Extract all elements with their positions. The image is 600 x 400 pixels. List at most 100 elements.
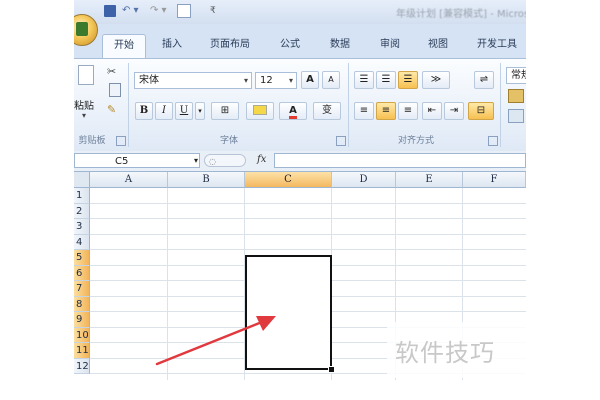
formula-input[interactable]: [274, 153, 526, 168]
tab-developer[interactable]: 开发工具: [468, 34, 526, 58]
underline-button[interactable]: U: [175, 102, 193, 120]
chevron-down-icon: ▾: [243, 76, 248, 85]
align-middle-icon: ☰: [381, 74, 391, 85]
font-color-button[interactable]: A: [279, 102, 307, 120]
row-header-3[interactable]: 3: [74, 219, 90, 235]
row-header-9[interactable]: 9: [74, 312, 90, 328]
group-separator: [128, 63, 129, 147]
excel-logo-icon: [76, 22, 88, 36]
number-format-select[interactable]: 常规: [506, 67, 526, 84]
align-middle-button[interactable]: ☰: [376, 71, 396, 89]
align-center-button[interactable]: ≡: [376, 102, 396, 120]
name-box[interactable]: C5: [74, 153, 200, 168]
grow-font-button[interactable]: A: [301, 71, 319, 89]
clipboard-dialog-launcher-icon[interactable]: [116, 136, 126, 146]
column-header-d[interactable]: D: [332, 172, 396, 188]
fill-handle[interactable]: [328, 366, 335, 373]
font-dialog-launcher-icon[interactable]: [336, 136, 346, 146]
column-header-e[interactable]: E: [396, 172, 463, 188]
merge-center-button[interactable]: ⊟: [468, 102, 494, 120]
currency-icon[interactable]: [508, 89, 524, 103]
decrease-indent-button[interactable]: ⇤: [422, 102, 442, 120]
font-name-select[interactable]: 宋体 ▾: [134, 72, 252, 89]
align-top-icon: ☰: [359, 74, 369, 85]
font-name-value: 宋体: [139, 75, 159, 86]
format-painter-icon[interactable]: ✎: [107, 103, 116, 116]
row-header-12[interactable]: 12: [74, 358, 90, 374]
column-header-c[interactable]: C: [245, 172, 332, 188]
grid-row-line: [90, 249, 526, 250]
font-size-value: 12: [260, 75, 273, 86]
formula-bar: C5 ▾ ◌ fx: [74, 151, 526, 172]
print-preview-icon[interactable]: [177, 4, 191, 18]
window-title: 年级计划 [兼容模式] - Micros: [396, 9, 526, 20]
column-header-f[interactable]: F: [463, 172, 526, 188]
alignment-dialog-launcher-icon[interactable]: [488, 136, 498, 146]
paste-dropdown-icon[interactable]: ▾: [82, 111, 86, 120]
font-size-select[interactable]: 12 ▾: [255, 72, 297, 89]
percent-icon[interactable]: [508, 109, 524, 123]
phonetic-guide-label: 变: [322, 105, 332, 116]
formula-bar-handle-icon[interactable]: ◌: [204, 154, 246, 167]
underline-dropdown-icon[interactable]: ▾: [195, 102, 205, 120]
row-header-2[interactable]: 2: [74, 203, 90, 219]
tab-home[interactable]: 开始: [102, 34, 146, 59]
align-right-icon: ≡: [403, 105, 413, 116]
redo-icon[interactable]: ↷ ▾: [150, 4, 167, 18]
cut-icon[interactable]: ✂: [107, 65, 116, 78]
paste-icon[interactable]: [78, 65, 94, 85]
column-header-a[interactable]: A: [90, 172, 168, 188]
clipboard-group-label: 剪贴板: [78, 136, 106, 146]
undo-icon[interactable]: ↶ ▾: [122, 4, 139, 18]
bold-button[interactable]: B: [135, 102, 153, 120]
tab-formulas[interactable]: 公式: [270, 34, 310, 58]
column-header-b[interactable]: B: [168, 172, 245, 188]
orientation-icon: ≫: [430, 74, 442, 85]
tab-review[interactable]: 审阅: [370, 34, 410, 58]
grid-row-line: [90, 233, 526, 235]
increase-indent-button[interactable]: ⇥: [444, 102, 464, 120]
tab-insert[interactable]: 插入: [152, 34, 192, 58]
ribbon-tabs: 开始 插入 页面布局 公式 数据 审阅 视图 开发工具: [74, 24, 526, 59]
merge-center-icon: ⊟: [476, 105, 486, 116]
row-header-6[interactable]: 6: [74, 265, 90, 281]
select-all-corner[interactable]: [74, 172, 90, 188]
phonetic-guide-button[interactable]: 变: [313, 102, 341, 120]
orientation-button[interactable]: ≫: [422, 71, 450, 89]
row-header-5[interactable]: 5: [74, 250, 90, 266]
number-format-value: 常规: [511, 70, 526, 81]
align-top-button[interactable]: ☰: [354, 71, 374, 89]
align-right-button[interactable]: ≡: [398, 102, 418, 120]
italic-button[interactable]: I: [155, 102, 173, 120]
shrink-font-button[interactable]: A: [322, 71, 340, 89]
ribbon: 粘贴 ▾ ✂ ✎ 剪贴板 宋体 ▾ 12 ▾ A A B I U ▾ ⊞ A 变: [74, 58, 526, 152]
tab-page-layout[interactable]: 页面布局: [200, 34, 260, 58]
tab-view[interactable]: 视图: [418, 34, 458, 58]
watermark-text: 软件技巧: [395, 339, 495, 367]
align-bottom-button[interactable]: ☰: [398, 71, 418, 89]
align-left-button[interactable]: ≡: [354, 102, 374, 120]
row-header-1[interactable]: 1: [74, 188, 90, 204]
align-left-icon: ≡: [359, 105, 369, 116]
paste-button-label[interactable]: 粘贴: [74, 97, 94, 112]
customize-quick-access-icon[interactable]: ₹: [210, 4, 216, 18]
row-header-11[interactable]: 11: [74, 343, 90, 359]
border-button[interactable]: ⊞: [211, 102, 239, 120]
align-bottom-icon: ☰: [403, 74, 413, 85]
selected-cell-range[interactable]: [245, 255, 332, 370]
save-icon[interactable]: [104, 5, 116, 17]
grid-row-line: [90, 202, 526, 204]
row-header-7[interactable]: 7: [74, 281, 90, 297]
insert-function-icon[interactable]: fx: [257, 154, 266, 165]
row-header-8[interactable]: 8: [74, 296, 90, 312]
fill-color-icon: [253, 105, 267, 115]
wrap-text-button[interactable]: ⇌: [474, 71, 494, 89]
tab-data[interactable]: 数据: [320, 34, 360, 58]
chevron-down-icon: ▾: [288, 76, 293, 85]
copy-icon[interactable]: [109, 83, 121, 97]
row-header-4[interactable]: 4: [74, 234, 90, 250]
fill-color-button[interactable]: [246, 102, 274, 120]
chevron-down-icon[interactable]: ▾: [194, 156, 198, 165]
row-header-10[interactable]: 10: [74, 327, 90, 343]
title-bar: ↶ ▾ ↷ ▾ ₹ 年级计划 [兼容模式] - Micros: [74, 0, 526, 24]
